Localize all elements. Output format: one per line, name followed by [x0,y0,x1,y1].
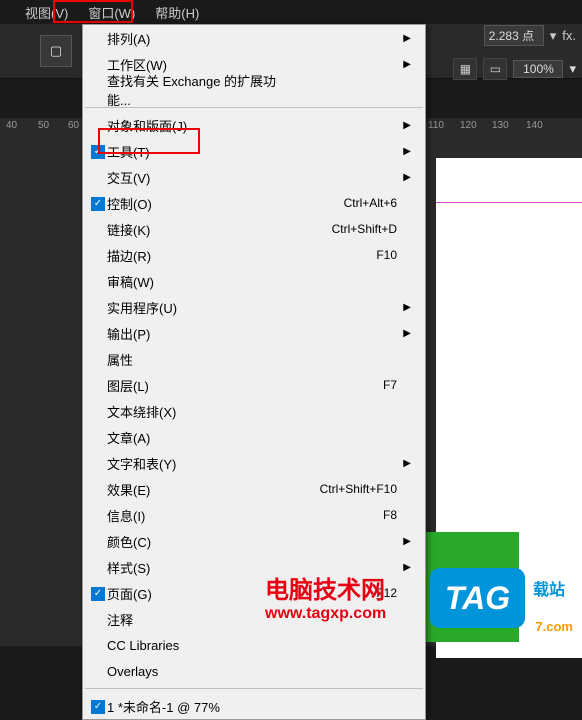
submenu-arrow-icon: ▶ [397,33,411,44]
watermark-title: 电脑技术网 [265,570,386,605]
menu-item-label: CC Libraries [107,638,287,653]
menu-item-label: 排列(A) [107,29,287,48]
menu-item-label: 实用程序(U) [107,298,287,317]
menu-window[interactable]: 窗口(W) [78,0,145,24]
menu-item-label: 颜色(C) [107,532,287,551]
submenu-arrow-icon: ▶ [397,536,411,547]
menu-item-27[interactable]: ✓1 *未命名-1 @ 77% [83,693,425,719]
menu-view[interactable]: 视图(V) [15,0,78,24]
menu-item-13[interactable]: 属性 [83,346,425,372]
stroke-controls: 2.283 点 ▾ fx. [484,25,576,46]
menu-item-label: 工具(T) [107,142,287,161]
zoom-dropdown-icon[interactable]: ▾ [569,61,576,77]
menu-item-24[interactable]: CC Libraries [83,632,425,658]
menu-shortcut: Ctrl+Alt+6 [287,196,397,210]
menu-item-0[interactable]: 排列(A) ▶ [83,25,425,51]
screen-mode-icon[interactable]: ▭ [483,58,507,80]
tag-logo-url: 7.com [535,619,573,634]
menu-item-17[interactable]: 文字和表(Y) ▶ [83,450,425,476]
submenu-arrow-icon: ▶ [397,328,411,339]
menu-item-label: 属性 [107,350,287,369]
menu-help[interactable]: 帮助(H) [145,0,209,24]
menu-shortcut: Ctrl+Shift+D [287,222,397,236]
tag-logo-sub: 载站 [533,576,565,600]
menu-item-label: 描边(R) [107,246,287,265]
menu-item-7[interactable]: ✓控制(O)Ctrl+Alt+6 [83,190,425,216]
menu-item-label: 信息(I) [107,506,287,525]
menu-item-label: 查找有关 Exchange 的扩展功能... [107,71,287,109]
menu-item-4[interactable]: 对象和版面(J) ▶ [83,112,425,138]
container-tool-icon[interactable]: ▢ [40,35,72,67]
check-icon: ✓ [89,195,107,211]
menu-item-25[interactable]: Overlays [83,658,425,684]
check-icon: ✓ [89,698,107,714]
menu-item-label: 交互(V) [107,168,287,187]
submenu-arrow-icon: ▶ [397,172,411,183]
menu-item-label: Overlays [107,664,287,679]
fx-label[interactable]: fx. [562,28,576,43]
check-icon: ✓ [89,143,107,159]
menu-item-label: 1 *未命名-1 @ 77% [107,697,287,716]
menu-item-8[interactable]: 链接(K)Ctrl+Shift+D [83,216,425,242]
tag-logo: TAG 载站 7.com [430,568,525,628]
guide-line[interactable] [436,202,582,203]
menu-shortcut: F7 [287,378,397,392]
menu-separator [85,688,423,689]
menu-item-label: 控制(O) [107,194,287,213]
submenu-arrow-icon: ▶ [397,146,411,157]
menu-item-2[interactable]: 查找有关 Exchange 的扩展功能... [83,77,425,103]
menu-item-label: 页面(G) [107,584,287,603]
menu-item-15[interactable]: 文本绕排(X) [83,398,425,424]
menu-item-5[interactable]: ✓工具(T) ▶ [83,138,425,164]
menu-item-label: 文本绕排(X) [107,402,287,421]
menu-item-6[interactable]: 交互(V) ▶ [83,164,425,190]
submenu-arrow-icon: ▶ [397,302,411,313]
view-controls: ▦ ▭ 100% ▾ [453,58,576,80]
watermark: 电脑技术网 www.tagxp.com [265,570,386,623]
check-icon: ✓ [89,585,107,601]
submenu-arrow-icon: ▶ [397,458,411,469]
menu-item-label: 注释 [107,610,287,629]
menu-item-18[interactable]: 效果(E)Ctrl+Shift+F10 [83,476,425,502]
menubar: 视图(V) 窗口(W) 帮助(H) [0,0,582,24]
menu-item-11[interactable]: 实用程序(U) ▶ [83,294,425,320]
watermark-url: www.tagxp.com [265,605,386,623]
submenu-arrow-icon: ▶ [397,120,411,131]
menu-item-19[interactable]: 信息(I)F8 [83,502,425,528]
menu-shortcut: F8 [287,508,397,522]
grid-icon[interactable]: ▦ [453,58,477,80]
menu-item-9[interactable]: 描边(R)F10 [83,242,425,268]
menu-item-label: 输出(P) [107,324,287,343]
menu-shortcut: F10 [287,248,397,262]
menu-item-10[interactable]: 审稿(W) [83,268,425,294]
menu-item-20[interactable]: 颜色(C) ▶ [83,528,425,554]
zoom-field[interactable]: 100% [513,60,563,78]
menu-item-label: 审稿(W) [107,272,287,291]
menu-item-14[interactable]: 图层(L)F7 [83,372,425,398]
stroke-weight-field[interactable]: 2.283 点 [484,25,544,46]
menu-item-label: 图层(L) [107,376,287,395]
tag-logo-text: TAG [445,580,510,617]
menu-item-label: 文字和表(Y) [107,454,287,473]
menu-item-label: 链接(K) [107,220,287,239]
menu-item-label: 样式(S) [107,558,287,577]
menu-shortcut: Ctrl+Shift+F10 [287,482,397,496]
menu-item-label: 文章(A) [107,428,287,447]
dropdown-icon[interactable]: ▾ [550,28,557,44]
menu-item-label: 对象和版面(J) [107,116,287,135]
menu-item-label: 效果(E) [107,480,287,499]
submenu-arrow-icon: ▶ [397,59,411,70]
menu-item-12[interactable]: 输出(P) ▶ [83,320,425,346]
menu-item-16[interactable]: 文章(A) [83,424,425,450]
submenu-arrow-icon: ▶ [397,562,411,573]
